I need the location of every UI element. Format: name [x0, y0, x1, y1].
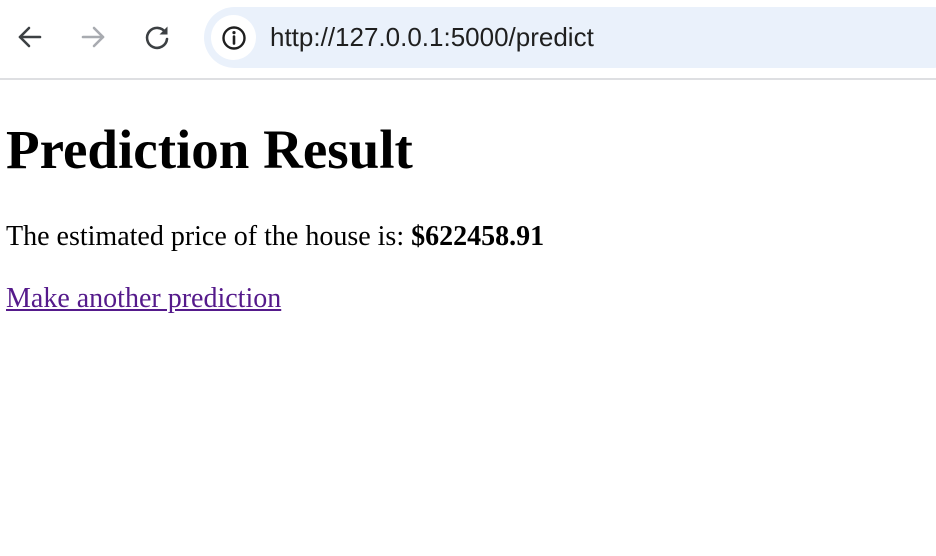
- make-another-prediction-link[interactable]: Make another prediction: [6, 282, 281, 316]
- page-title: Prediction Result: [6, 119, 413, 180]
- predicted-price: $622458.91: [411, 221, 545, 252]
- browser-toolbar: http://127.0.0.1:5000/predict: [0, 0, 936, 80]
- reload-button[interactable]: [135, 15, 179, 59]
- forward-button[interactable]: [71, 15, 115, 59]
- arrow-left-icon: [18, 26, 42, 48]
- result-prefix: The estimated price of the house is:: [6, 221, 412, 252]
- reload-icon: [145, 26, 169, 50]
- result-text: The estimated price of the house is: $62…: [6, 220, 544, 254]
- url-text[interactable]: http://127.0.0.1:5000/predict: [270, 22, 594, 52]
- arrow-right-icon: [81, 26, 105, 48]
- info-circle-icon: [221, 25, 246, 50]
- site-info-button[interactable]: [211, 15, 256, 60]
- back-button[interactable]: [8, 15, 52, 59]
- address-bar[interactable]: http://127.0.0.1:5000/predict: [204, 7, 936, 68]
